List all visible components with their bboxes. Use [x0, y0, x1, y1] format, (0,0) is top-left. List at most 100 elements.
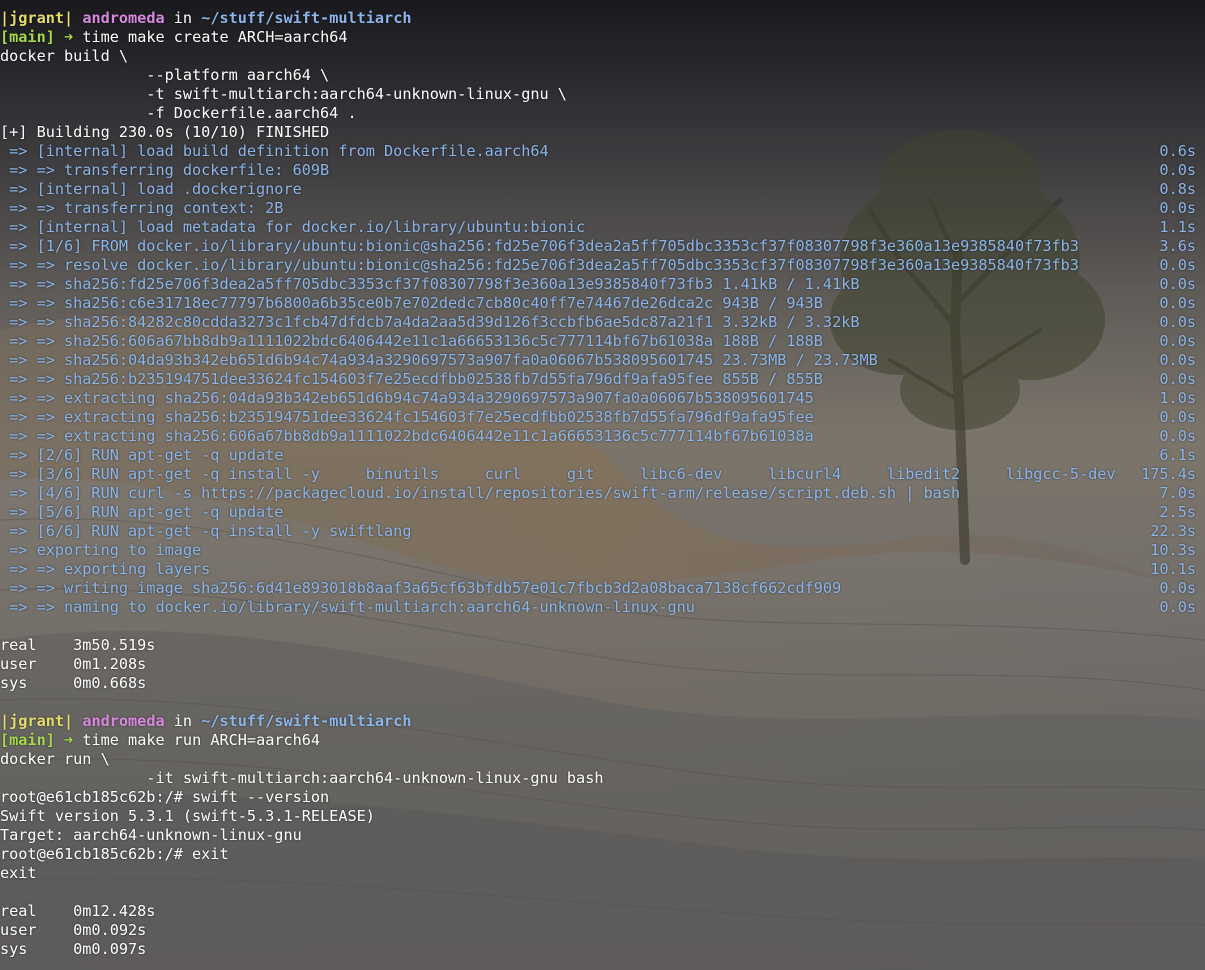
build-step: => => extracting sha256:04da93b342eb651d… — [0, 389, 1205, 408]
build-step-time: 0.0s — [1159, 256, 1196, 274]
build-step-time: 10.3s — [1150, 541, 1196, 559]
output-line: [+] Building 230.0s (10/10) FINISHED — [0, 123, 1205, 142]
build-step-time: 3.6s — [1159, 237, 1196, 255]
build-step: => exporting to image 10.3s — [0, 541, 1205, 560]
build-step-time: 1.0s — [1159, 389, 1196, 407]
build-step-text: => => exporting layers — [0, 560, 211, 578]
timing-text: real 0m12.428s — [0, 902, 156, 920]
build-step: => => resolve docker.io/library/ubuntu:b… — [0, 256, 1205, 275]
build-step-text: => [internal] load metadata for docker.i… — [0, 218, 586, 236]
build-step: => [2/6] RUN apt-get -q update 6.1s — [0, 446, 1205, 465]
build-step-text: => [internal] load .dockerignore — [0, 180, 302, 198]
output-text: [+] Building 230.0s (10/10) FINISHED — [0, 123, 330, 141]
build-step: => [internal] load build definition from… — [0, 142, 1205, 161]
build-step: => => transferring context: 2B 0.0s — [0, 199, 1205, 218]
build-step: => => exporting layers 10.1s — [0, 560, 1205, 579]
timing-text: user 0m1.208s — [0, 655, 147, 673]
prompt-in: in — [164, 9, 202, 27]
build-step-text: => exporting to image — [0, 541, 202, 559]
command-line: [main] ➜ time make create ARCH=aarch64 — [0, 28, 1205, 47]
build-step-text: => => transferring dockerfile: 609B — [0, 161, 330, 179]
timing-line: user 0m1.208s — [0, 655, 1205, 674]
build-step-text: => [4/6] RUN curl -s https://packageclou… — [0, 484, 961, 502]
build-step-text: => => naming to docker.io/library/swift-… — [0, 598, 695, 616]
timing-line: real 3m50.519s — [0, 636, 1205, 655]
output-text: docker run \ — [0, 750, 110, 768]
output-text: --platform aarch64 \ — [0, 66, 330, 84]
output-text: Target: aarch64-unknown-linux-gnu — [0, 826, 302, 844]
build-step-time: 0.0s — [1159, 598, 1196, 616]
prompt-in: in — [164, 712, 202, 730]
build-step: => => sha256:c6e31718ec77797b6800a6b35ce… — [0, 294, 1205, 313]
build-step-text: => => writing image sha256:6d41e893018b8… — [0, 579, 842, 597]
output-line: exit — [0, 864, 1205, 883]
build-step-time: 1.1s — [1159, 218, 1196, 236]
terminal-window[interactable]: |jgrant| andromeda in ~/stuff/swift-mult… — [0, 0, 1205, 970]
build-step: => [4/6] RUN curl -s https://packageclou… — [0, 484, 1205, 503]
build-step-time: 0.0s — [1159, 161, 1196, 179]
output-line: -t swift-multiarch:aarch64-unknown-linux… — [0, 85, 1205, 104]
prompt-line: |jgrant| andromeda in ~/stuff/swift-mult… — [0, 712, 1205, 731]
build-step-time: 10.1s — [1150, 560, 1196, 578]
timing-line: real 0m12.428s — [0, 902, 1205, 921]
build-step: => [1/6] FROM docker.io/library/ubuntu:b… — [0, 237, 1205, 256]
build-step-time: 22.3s — [1150, 522, 1196, 540]
build-step-text: => => extracting sha256:606a67bb8db9a111… — [0, 427, 814, 445]
output-line: docker build \ — [0, 47, 1205, 66]
output-text: -it swift-multiarch:aarch64-unknown-linu… — [0, 769, 604, 787]
build-step-time: 0.0s — [1159, 579, 1196, 597]
build-step-text: => [1/6] FROM docker.io/library/ubuntu:b… — [0, 237, 1079, 255]
build-step-time: 0.0s — [1159, 294, 1196, 312]
build-step-time: 0.0s — [1159, 370, 1196, 388]
build-step-time: 0.0s — [1159, 313, 1196, 331]
timing-text: sys 0m0.668s — [0, 674, 147, 692]
build-step-text: => [3/6] RUN apt-get -q install -y binut… — [0, 465, 1116, 483]
prompt-branch: [main] — [0, 731, 55, 749]
build-step-time: 0.8s — [1159, 180, 1196, 198]
timing-line: sys 0m0.668s — [0, 674, 1205, 693]
build-step: => => sha256:04da93b342eb651d6b94c74a934… — [0, 351, 1205, 370]
build-step-time: 0.0s — [1159, 427, 1196, 445]
build-step-text: => [2/6] RUN apt-get -q update — [0, 446, 284, 464]
timing-line: sys 0m0.097s — [0, 940, 1205, 959]
prompt-branch: [main] — [0, 28, 55, 46]
build-step-text: => => sha256:84282c80cdda3273c1fcb47dfdc… — [0, 313, 860, 331]
build-step: => [5/6] RUN apt-get -q update 2.5s — [0, 503, 1205, 522]
build-step: => => extracting sha256:606a67bb8db9a111… — [0, 427, 1205, 446]
build-step-text: => => sha256:b235194751dee33624fc154603f… — [0, 370, 823, 388]
build-step: => => extracting sha256:b235194751dee336… — [0, 408, 1205, 427]
build-step-text: => [6/6] RUN apt-get -q install -y swift… — [0, 522, 412, 540]
build-step-text: => => extracting sha256:b235194751dee336… — [0, 408, 814, 426]
build-step: => [internal] load .dockerignore 0.8s — [0, 180, 1205, 199]
output-text: Swift version 5.3.1 (swift-5.3.1-RELEASE… — [0, 807, 375, 825]
build-step-text: => => sha256:04da93b342eb651d6b94c74a934… — [0, 351, 878, 369]
build-step-time: 7.0s — [1159, 484, 1196, 502]
timing-text: user 0m0.092s — [0, 921, 147, 939]
build-step: => => sha256:fd25e706f3dea2a5ff705dbc335… — [0, 275, 1205, 294]
prompt-user: |jgrant| — [0, 712, 74, 730]
timing-line: user 0m0.092s — [0, 921, 1205, 940]
build-step: => => sha256:84282c80cdda3273c1fcb47dfdc… — [0, 313, 1205, 332]
build-step: => => writing image sha256:6d41e893018b8… — [0, 579, 1205, 598]
build-step: => => transferring dockerfile: 609B 0.0s — [0, 161, 1205, 180]
output-line: -it swift-multiarch:aarch64-unknown-linu… — [0, 769, 1205, 788]
output-line: -f Dockerfile.aarch64 . — [0, 104, 1205, 123]
prompt-host: andromeda — [82, 712, 165, 730]
command-text: time make create ARCH=aarch64 — [82, 28, 348, 46]
prompt-path: ~/stuff/swift-multiarch — [201, 712, 412, 730]
build-step-time: 0.0s — [1159, 199, 1196, 217]
prompt-path: ~/stuff/swift-multiarch — [201, 9, 412, 27]
output-text: root@e61cb185c62b:/# swift --version — [0, 788, 330, 806]
build-step: => [internal] load metadata for docker.i… — [0, 218, 1205, 237]
build-step-text: => => extracting sha256:04da93b342eb651d… — [0, 389, 814, 407]
prompt-line: |jgrant| andromeda in ~/stuff/swift-mult… — [0, 9, 1205, 28]
prompt-arrow-icon: ➜ — [64, 731, 74, 749]
build-step-time: 0.0s — [1159, 351, 1196, 369]
output-line: Target: aarch64-unknown-linux-gnu — [0, 826, 1205, 845]
build-step-time: 0.0s — [1159, 408, 1196, 426]
prompt-user: |jgrant| — [0, 9, 74, 27]
build-step-time: 0.0s — [1159, 275, 1196, 293]
timing-text: sys 0m0.097s — [0, 940, 147, 958]
build-step-text: => [5/6] RUN apt-get -q update — [0, 503, 284, 521]
build-step-time: 2.5s — [1159, 503, 1196, 521]
